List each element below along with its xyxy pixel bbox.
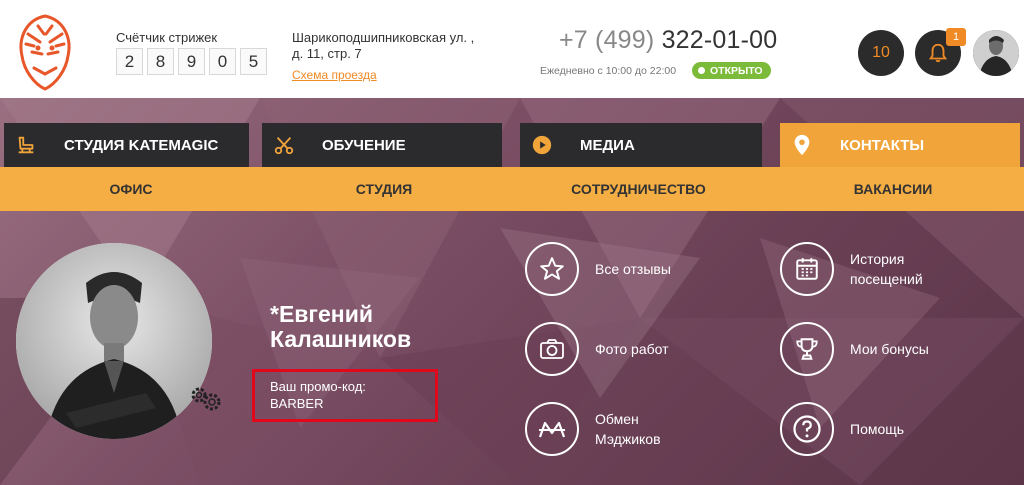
subnav-studio[interactable]: СТУДИЯ xyxy=(262,167,506,211)
counter-digit: 2 xyxy=(116,48,143,75)
magic-coin-icon xyxy=(525,402,579,456)
subnav-office[interactable]: ОФИС xyxy=(0,167,262,211)
visit-history-line1: История xyxy=(850,251,905,267)
scissors-icon xyxy=(262,123,306,167)
nav-media-label: МЕДИА xyxy=(580,136,635,154)
profile-image xyxy=(16,243,212,439)
user-avatar[interactable] xyxy=(973,30,1019,76)
visits-counter-button[interactable]: 10 xyxy=(858,30,904,76)
user-last-name: Калашников xyxy=(270,326,412,352)
nav-education[interactable]: ОБУЧЕНИЕ xyxy=(262,123,502,167)
phone-digits: 322-01-00 xyxy=(661,26,778,54)
work-photos-link[interactable]: Фото работ xyxy=(525,322,669,376)
my-bonuses-label: Мои бонусы xyxy=(850,341,929,357)
nav-contacts-label: КОНТАКТЫ xyxy=(840,136,925,154)
promo-code-label: Ваш промо-код: xyxy=(270,379,366,394)
main-nav: СТУДИЯ KATEMAGIC ОБУЧЕНИЕ МЕДИА КОНТАКТЫ xyxy=(0,123,1024,167)
counter-digit: 9 xyxy=(178,48,205,75)
open-status-text: ОТКРЫТО xyxy=(710,64,763,77)
help-label: Помощь xyxy=(850,421,905,437)
bell-icon xyxy=(928,43,948,63)
my-bonuses-link[interactable]: Мои бонусы xyxy=(780,322,929,376)
counter-digit: 8 xyxy=(147,48,174,75)
magic-exchange-line1: Обмен xyxy=(595,411,639,427)
help-question-icon xyxy=(780,402,834,456)
magic-exchange-label: Обмен Мэджиков xyxy=(595,409,661,449)
nav-studio-label: СТУДИЯ KATEMAGIC xyxy=(64,136,219,154)
help-link[interactable]: Помощь xyxy=(780,402,904,456)
address-line-1: Шарикоподшипниковская ул. , xyxy=(292,30,475,45)
barber-chair-icon xyxy=(4,123,48,167)
promo-code-box: Ваш промо-код: BARBER xyxy=(252,369,438,422)
header: Счётчик стрижек 2 8 9 0 5 Шарикоподшипни… xyxy=(0,0,1024,98)
nav-education-label: ОБУЧЕНИЕ xyxy=(322,136,406,154)
main-area: СТУДИЯ KATEMAGIC ОБУЧЕНИЕ МЕДИА КОНТАКТЫ… xyxy=(0,98,1024,485)
subnav-vacancies[interactable]: ВАКАНСИИ xyxy=(771,167,1015,211)
haircut-counter-label: Счётчик стрижек xyxy=(116,30,218,45)
sub-nav: ОФИС СТУДИЯ СОТРУДНИЧЕСТВО ВАКАНСИИ xyxy=(0,167,1024,211)
calendar-icon xyxy=(780,242,834,296)
magic-exchange-line2: Мэджиков xyxy=(595,431,661,447)
star-icon xyxy=(525,242,579,296)
haircut-counter: 2 8 9 0 5 xyxy=(116,48,267,75)
subnav-cooperation[interactable]: СОТРУДНИЧЕСТВО xyxy=(506,167,771,211)
visit-history-link[interactable]: История посещений xyxy=(780,242,923,296)
all-reviews-link[interactable]: Все отзывы xyxy=(525,242,671,296)
notifications-count-badge: 1 xyxy=(946,28,966,46)
work-photos-label: Фото работ xyxy=(595,341,669,357)
camera-icon xyxy=(525,322,579,376)
open-status-badge: ОТКРЫТО xyxy=(692,62,771,79)
magic-exchange-link[interactable]: Обмен Мэджиков xyxy=(525,402,661,456)
settings-gear-icon[interactable] xyxy=(188,384,222,412)
opening-hours: Ежедневно с 10:00 до 22:00 xyxy=(540,65,677,77)
nav-studio[interactable]: СТУДИЯ KATEMAGIC xyxy=(4,123,249,167)
trophy-icon xyxy=(780,322,834,376)
route-map-link[interactable]: Схема проезда xyxy=(292,68,377,82)
counter-digit: 5 xyxy=(240,48,267,75)
promo-code-value: BARBER xyxy=(270,396,324,411)
avatar-image xyxy=(973,30,1019,76)
tiger-logo[interactable] xyxy=(14,12,76,92)
user-name: *Евгений Калашников xyxy=(270,302,411,352)
counter-digit: 0 xyxy=(209,48,236,75)
address-line-2: д. 11, стр. 7 xyxy=(292,46,362,61)
phone-number[interactable]: +7 (499) 322-01-00 xyxy=(559,26,777,55)
user-first-name: *Евгений xyxy=(270,301,373,327)
nav-media[interactable]: МЕДИА xyxy=(520,123,762,167)
location-pin-icon xyxy=(780,123,824,167)
nav-contacts[interactable]: КОНТАКТЫ xyxy=(780,123,1020,167)
status-dot-icon xyxy=(698,67,705,74)
phone-code: +7 (499) xyxy=(559,26,655,54)
play-icon xyxy=(520,123,564,167)
all-reviews-label: Все отзывы xyxy=(595,261,671,277)
profile-photo xyxy=(16,243,212,439)
visit-history-line2: посещений xyxy=(850,271,923,287)
visit-history-label: История посещений xyxy=(850,249,923,289)
